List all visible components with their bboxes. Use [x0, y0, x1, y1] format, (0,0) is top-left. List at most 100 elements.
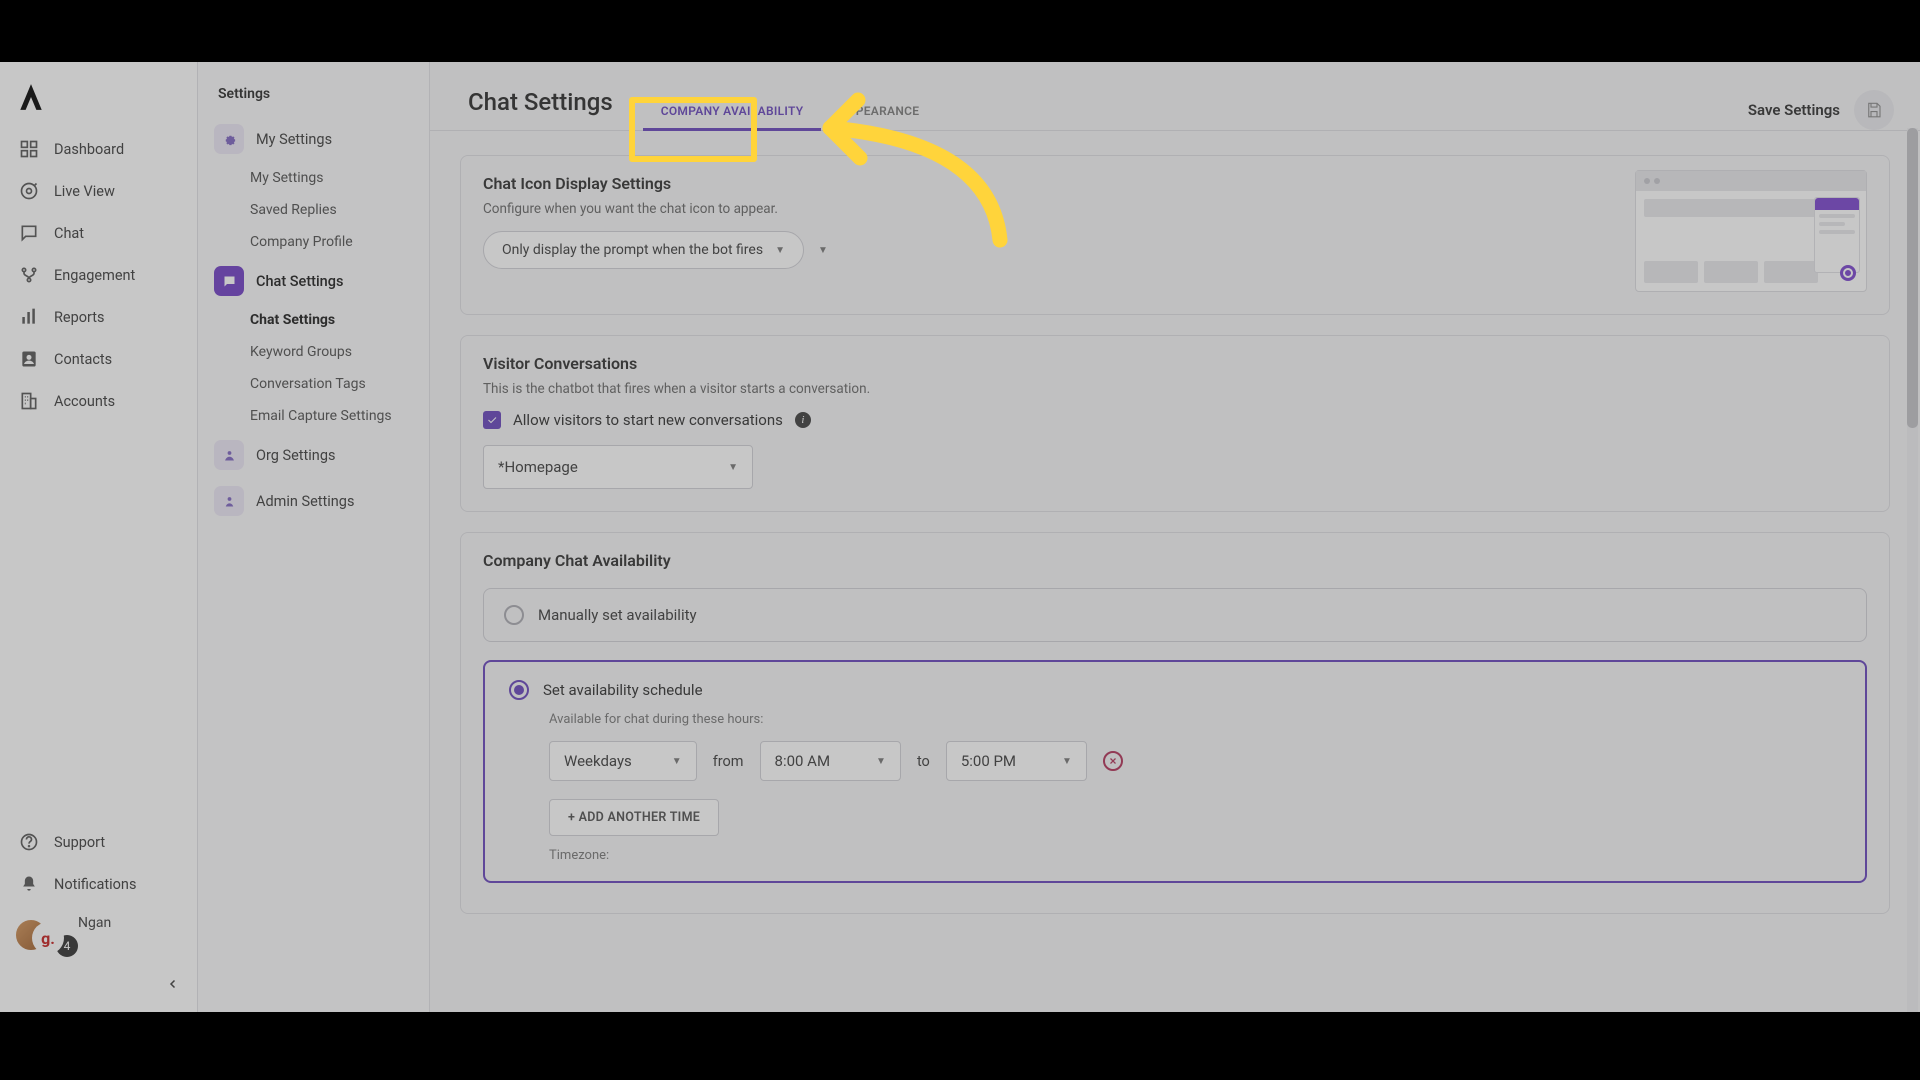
eye-icon [18, 180, 40, 202]
sec-sub-conversation-tags[interactable]: Conversation Tags [198, 368, 429, 400]
chevron-left-icon [167, 975, 179, 994]
end-time-select[interactable]: 5:00 PM ▼ [946, 741, 1087, 781]
tab-appearance[interactable]: APPEARANCE [821, 92, 937, 130]
bars-icon [18, 306, 40, 328]
nav-support[interactable]: Support [0, 821, 197, 863]
admin-icon [214, 486, 244, 516]
tab-company-availability[interactable]: COMPANY AVAILABILITY [643, 92, 822, 130]
nav-chat[interactable]: Chat [0, 212, 197, 254]
caret-down-icon: ▼ [672, 756, 682, 767]
caret-down-icon: ▼ [728, 462, 738, 473]
bell-icon [18, 873, 40, 895]
to-label: to [917, 753, 930, 770]
main-header: Chat Settings COMPANY AVAILABILITY APPEA… [430, 62, 1920, 131]
scrollbar[interactable] [1907, 128, 1918, 1012]
sec-sub-email-capture[interactable]: Email Capture Settings [198, 400, 429, 432]
start-time-select[interactable]: 8:00 AM ▼ [760, 741, 901, 781]
chat-fab-icon [1840, 265, 1856, 281]
sec-admin-settings[interactable]: Admin Settings [198, 478, 429, 524]
display-mode-dropdown[interactable]: Only display the prompt when the bot fir… [483, 231, 804, 269]
nav-contacts[interactable]: Contacts [0, 338, 197, 380]
dashboard-icon [18, 138, 40, 160]
collapse-nav[interactable] [0, 967, 197, 1002]
save-button[interactable] [1854, 90, 1894, 130]
caret-down-icon: ▼ [876, 756, 886, 767]
chat-settings-icon [214, 266, 244, 296]
scrollbar-thumb[interactable] [1907, 128, 1918, 428]
caret-down-icon[interactable]: ▼ [818, 245, 828, 256]
sec-sub-chat-settings[interactable]: Chat Settings [198, 304, 429, 336]
sec-sub-saved-replies[interactable]: Saved Replies [198, 194, 429, 226]
contact-icon [18, 348, 40, 370]
select-value: 5:00 PM [961, 752, 1016, 770]
sec-label: Admin Settings [256, 493, 354, 510]
delete-time-button[interactable] [1103, 751, 1123, 771]
nav-liveview[interactable]: Live View [0, 170, 197, 212]
sec-sub-keyword-groups[interactable]: Keyword Groups [198, 336, 429, 368]
nav-reports[interactable]: Reports [0, 296, 197, 338]
secondary-nav: Settings My Settings My Settings Saved R… [198, 62, 430, 1012]
select-value: 8:00 AM [775, 752, 831, 770]
sec-label: My Settings [256, 131, 332, 148]
sec-label: Chat Settings [256, 273, 343, 290]
nav-dashboard[interactable]: Dashboard [0, 128, 197, 170]
nav-engagement[interactable]: Engagement [0, 254, 197, 296]
sec-chat-settings[interactable]: Chat Settings [198, 258, 429, 304]
card-subtitle: This is the chatbot that fires when a vi… [483, 381, 1867, 397]
caret-down-icon: ▼ [775, 245, 785, 256]
nav-label: Live View [54, 183, 115, 200]
chat-icon [18, 222, 40, 244]
select-value: Weekdays [564, 752, 632, 770]
nav-label: Engagement [54, 267, 135, 284]
time-row: Weekdays ▼ from 8:00 AM ▼ to 5:00 PM ▼ [549, 741, 1841, 781]
building-icon [18, 390, 40, 412]
add-time-button[interactable]: + ADD ANOTHER TIME [549, 799, 719, 836]
secondary-nav-title: Settings [198, 86, 429, 116]
radio-schedule[interactable] [509, 680, 529, 700]
timezone-label: Timezone: [549, 848, 1841, 863]
avatar-stack: g. [14, 918, 50, 954]
sec-sub-company-profile[interactable]: Company Profile [198, 226, 429, 258]
sec-sub-my-settings[interactable]: My Settings [198, 162, 429, 194]
gear-icon [214, 124, 244, 154]
check-icon [486, 414, 498, 426]
primary-nav: Dashboard Live View Chat Engagement Repo… [0, 62, 198, 1012]
nav-label: Support [54, 834, 105, 851]
branch-icon [18, 264, 40, 286]
radio-manual[interactable] [504, 605, 524, 625]
logo-wrap [0, 76, 197, 128]
nav-label: Notifications [54, 876, 136, 893]
schedule-card: Set availability schedule Available for … [483, 660, 1867, 883]
chat-preview [1635, 170, 1867, 292]
radio-label: Set availability schedule [543, 681, 703, 699]
app-container: Dashboard Live View Chat Engagement Repo… [0, 62, 1920, 1012]
checkbox-label: Allow visitors to start new conversation… [513, 411, 783, 429]
card-title: Company Chat Availability [483, 551, 1867, 570]
homepage-select[interactable]: *Homepage ▼ [483, 445, 753, 489]
manual-availability-row[interactable]: Manually set availability [483, 588, 1867, 642]
nav-notifications[interactable]: Notifications [0, 863, 197, 905]
card-title: Visitor Conversations [483, 354, 1867, 373]
nav-accounts[interactable]: Accounts [0, 380, 197, 422]
info-icon[interactable]: i [795, 412, 811, 428]
avatar-badge: g. [34, 924, 62, 952]
main-content: Chat Settings COMPANY AVAILABILITY APPEA… [430, 62, 1920, 1012]
sec-my-settings[interactable]: My Settings [198, 116, 429, 162]
sec-org-settings[interactable]: Org Settings [198, 432, 429, 478]
tabs: COMPANY AVAILABILITY APPEARANCE [643, 92, 938, 130]
allow-new-convo-checkbox[interactable] [483, 411, 501, 429]
help-icon [18, 831, 40, 853]
nav-label: Chat [54, 225, 84, 242]
sections: Chat Icon Display Settings Configure whe… [430, 131, 1920, 914]
close-icon [1108, 756, 1118, 766]
allow-new-convo-row: Allow visitors to start new conversation… [483, 411, 1867, 429]
card-visitor-conversations: Visitor Conversations This is the chatbo… [460, 335, 1890, 512]
card-title: Chat Icon Display Settings [483, 174, 828, 193]
page-title: Chat Settings [468, 88, 613, 130]
user-name: Ngan [78, 915, 111, 931]
save-label: Save Settings [1748, 101, 1840, 119]
user-row[interactable]: g. Ngan 4 [0, 905, 197, 967]
sec-label: Org Settings [256, 447, 335, 464]
day-select[interactable]: Weekdays ▼ [549, 741, 697, 781]
select-value: *Homepage [498, 458, 578, 476]
